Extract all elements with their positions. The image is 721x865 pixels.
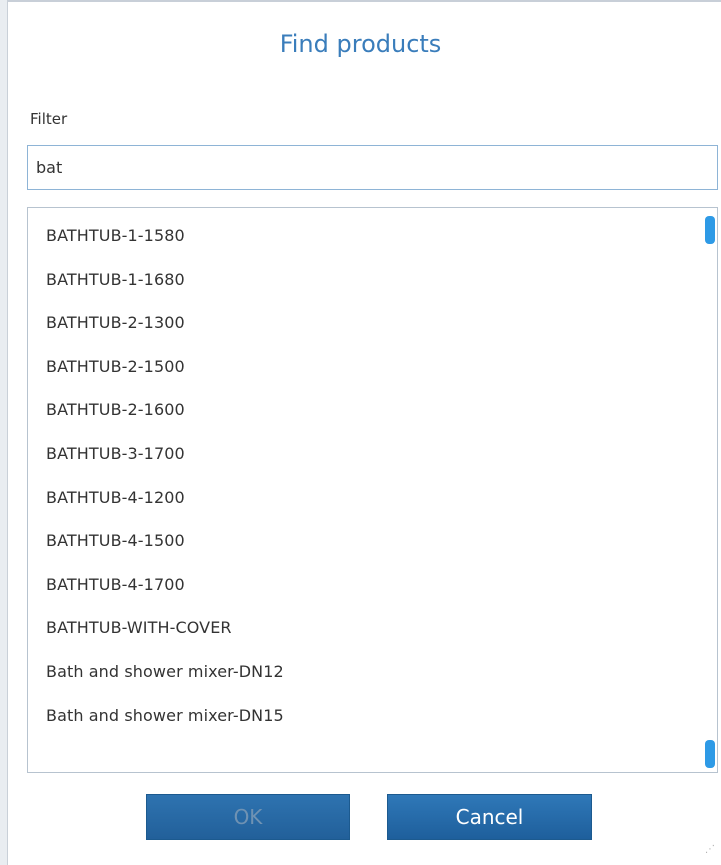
product-list[interactable]: BATHTUB-1-1580 BATHTUB-1-1680 BATHTUB-2-13… (27, 207, 718, 773)
list-item[interactable]: BATHTUB-4-1700 (28, 569, 698, 613)
list-item[interactable]: BATHTUB-2-1500 (28, 351, 698, 395)
ok-button[interactable]: OK (146, 794, 350, 840)
list-item[interactable]: BATHTUB-WITH-COVER (28, 612, 698, 656)
list-item[interactable]: Bath and shower mixer-DN12 (28, 656, 698, 700)
cancel-button[interactable]: Cancel (387, 794, 592, 840)
list-item[interactable]: BATHTUB-1-1580 (28, 220, 698, 264)
list-item[interactable]: BATHTUB-4-1500 (28, 525, 698, 569)
list-item[interactable]: Bath and shower mixer-DN15 (28, 700, 698, 744)
dialog-title: Find products (279, 30, 442, 58)
resize-grip-icon[interactable]: ⋰ (705, 844, 715, 855)
list-item[interactable]: BATHTUB-1-1680 (28, 264, 698, 308)
product-list-items: BATHTUB-1-1580 BATHTUB-1-1680 BATHTUB-2-13… (28, 220, 698, 743)
find-products-dialog: Find products Filter BATHTUB-1-1580BATHT… (0, 0, 721, 865)
scroll-down-handle[interactable] (705, 740, 715, 768)
list-item[interactable]: BATHTUB-2-1600 (28, 394, 698, 438)
list-item[interactable]: BATHTUB-4-1200 (28, 482, 698, 526)
scroll-up-handle[interactable] (705, 216, 715, 244)
window-edge-top (8, 0, 721, 6)
filter-input[interactable] (27, 145, 718, 190)
scrollbar[interactable] (703, 208, 717, 772)
window-edge-left (0, 0, 8, 865)
list-item[interactable]: BATHTUB-2-1300 (28, 307, 698, 351)
list-item[interactable]: BATHTUB-3-1700 (28, 438, 698, 482)
filter-label: Filter (30, 110, 68, 128)
